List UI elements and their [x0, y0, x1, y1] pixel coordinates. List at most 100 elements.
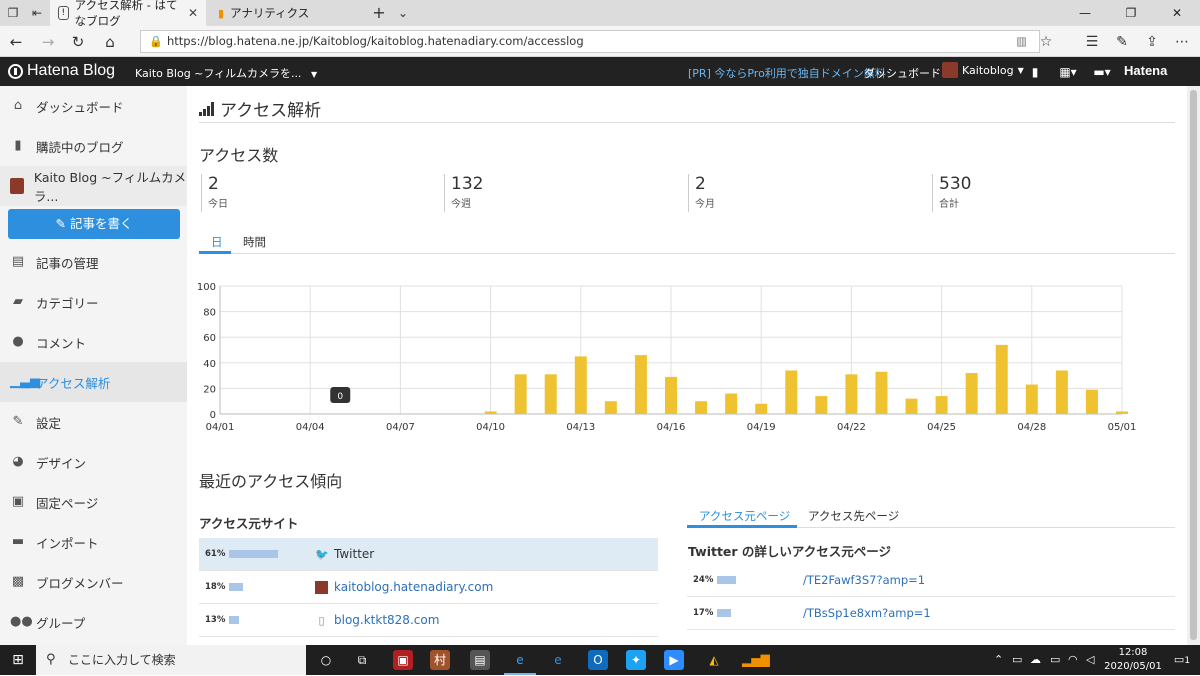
network-icon[interactable]: ▭ — [1050, 645, 1060, 675]
sidebar-item-members[interactable]: ▩ ブログメンバー — [0, 562, 187, 602]
set-aside-tabs-icon[interactable]: ⇤ — [28, 4, 46, 22]
sidebar-item-articles[interactable]: ▤ 記事の管理 — [0, 242, 187, 282]
url-input[interactable]: 🔒 https://blog.hatena.ne.jp/Kaitoblog/ka… — [140, 30, 1040, 53]
ref-site[interactable]: kaitoblog.hatenadiary.com — [315, 580, 493, 594]
onedrive-icon[interactable]: ☁ — [1030, 645, 1041, 675]
list-item[interactable]: 17% /TBsSp1e8xm?amp=1 — [687, 597, 1175, 630]
list-item[interactable]: 24% /TE2Fawf3S7?amp=1 — [687, 564, 1175, 597]
tray-chevron-icon[interactable]: ⌃ — [994, 645, 1003, 675]
notification-center-icon[interactable]: ▭1 — [1172, 645, 1192, 675]
outlook-icon[interactable]: O — [588, 650, 608, 670]
apps-grid-icon[interactable]: ▦▾ — [1056, 63, 1080, 81]
ie-icon[interactable]: e — [548, 650, 568, 670]
volume-icon[interactable]: ◁ — [1086, 645, 1094, 675]
minimize-button[interactable]: — — [1062, 0, 1108, 26]
more-icon[interactable]: ⋯ — [1172, 32, 1192, 52]
chart-bar — [634, 355, 647, 414]
list-item[interactable]: 13% ▯ blog.ktkt828.com — [199, 604, 658, 637]
main-content: アクセス解析 アクセス数 2 今日 132 今週 2 今月 530 合計 日 時… — [187, 86, 1187, 645]
back-icon[interactable]: ← — [6, 32, 26, 52]
home-icon[interactable]: ⌂ — [100, 32, 120, 52]
store-icon[interactable]: ▤ — [470, 650, 490, 670]
tab-actions-icon[interactable]: ❐ — [4, 4, 22, 22]
forward-icon[interactable]: → — [38, 32, 58, 52]
tab-hour[interactable]: 時間 — [243, 234, 266, 250]
sidebar-item-label: アクセス解析 — [36, 375, 111, 391]
favorite-star-icon[interactable]: ☆ — [1036, 32, 1056, 52]
page-link[interactable]: /TE2Fawf3S7?amp=1 — [803, 573, 925, 587]
sidebar-item-label: Kaito Blog ~フィルムカメラ... — [33, 170, 187, 204]
taskbar-search[interactable]: ⚲ ここに入力して検索 — [36, 645, 306, 675]
hatena-brand[interactable]: Hatena — [1124, 63, 1167, 78]
pro-promo-link[interactable]: [PR] 今ならPro利用で独自ドメイン無料 — [688, 65, 886, 81]
village-app-icon[interactable]: 村 — [430, 650, 450, 670]
refresh-icon[interactable]: ↻ — [68, 32, 88, 52]
sidebar-item-group[interactable]: ●● グループ — [0, 602, 187, 642]
chart-bar — [695, 401, 708, 414]
sidebar-item-design[interactable]: ◕ デザイン — [0, 442, 187, 482]
tab-destination-pages[interactable]: アクセス先ページ — [808, 508, 899, 524]
taskbar-clock[interactable]: 12:08 2020/05/01 — [1104, 646, 1162, 674]
google-ads-icon[interactable]: ◭ — [704, 650, 724, 670]
app-icon[interactable]: ▣ — [393, 650, 413, 670]
chart-bar — [995, 344, 1008, 414]
bookmark-icon[interactable]: ▮ — [1026, 63, 1044, 81]
edge-icon[interactable]: e — [504, 650, 536, 675]
bar-chart-icon: ▁▃▅ — [10, 374, 40, 389]
y-tick-label: 0 — [210, 410, 216, 421]
tab-list-chevron-icon[interactable]: ⌄ — [394, 4, 412, 22]
zoom-icon[interactable]: ▶ — [664, 650, 684, 670]
windows-start-icon[interactable]: ⊞ — [0, 645, 36, 675]
list-item[interactable]: 61% 🐦 Twitter — [199, 538, 658, 571]
sidebar-item-settings[interactable]: ✎ 設定 — [0, 402, 187, 442]
list-item[interactable]: 18% kaitoblog.hatenadiary.com — [199, 571, 658, 604]
ref-pct: 61% — [205, 549, 226, 559]
analytics-icon[interactable]: ▂▅▇ — [742, 650, 770, 670]
user-name: Kaitoblog — [962, 63, 1014, 77]
wifi-icon[interactable]: ◠ — [1068, 645, 1078, 675]
close-tab-icon[interactable]: ✕ — [188, 6, 198, 20]
sidebar-item-access-analytics[interactable]: ▁▃▅ アクセス解析 — [0, 362, 187, 402]
ref-site[interactable]: ▯ blog.ktkt828.com — [315, 613, 439, 627]
clock-date: 2020/05/01 — [1104, 661, 1162, 672]
notification-icon[interactable]: ▬▾ — [1090, 63, 1114, 81]
sidebar-item-blog[interactable]: Kaito Blog ~フィルムカメラ... — [0, 166, 187, 206]
sidebar-item-subscriptions[interactable]: ▮ 購読中のブログ — [0, 126, 187, 166]
pen-icon[interactable]: ✎ — [1112, 32, 1132, 52]
new-tab-button[interactable]: + — [370, 4, 388, 22]
write-article-button[interactable]: ✎ 記事を書く — [8, 209, 180, 239]
favorites-list-icon[interactable]: ☰ — [1082, 32, 1102, 52]
stat-label: 今週 — [451, 199, 471, 210]
hatena-blog-logo[interactable]: Hatena Blog — [8, 62, 115, 80]
user-menu[interactable]: Kaitoblog ▼ — [942, 62, 1024, 78]
maximize-button[interactable]: ❐ — [1108, 0, 1154, 26]
cortana-icon[interactable]: ○ — [316, 650, 336, 670]
sidebar-item-import[interactable]: ▬ インポート — [0, 522, 187, 562]
battery-icon[interactable]: ▭ — [1012, 645, 1022, 675]
hatena-favicon-icon: ! — [58, 6, 69, 20]
tab-hatena[interactable]: ! アクセス解析 - はてなブログ ✕ — [50, 0, 206, 28]
browser-tab-strip: ❐ ⇤ ! アクセス解析 - はてなブログ ✕ ▮ アナリティクス + ⌄ — … — [0, 0, 1200, 28]
page-link[interactable]: /TBsSp1e8xm?amp=1 — [803, 606, 931, 620]
hatena-header: Hatena Blog Kaito Blog ~フィルムカメラを... ▼ [P… — [0, 57, 1200, 86]
dashboard-link[interactable]: ダッシュボード — [864, 65, 941, 81]
tab-day[interactable]: 日 — [211, 234, 223, 250]
task-view-icon[interactable]: ⧉ — [352, 650, 372, 670]
scrollbar-thumb[interactable] — [1190, 90, 1197, 640]
share-icon[interactable]: ⇪ — [1142, 32, 1162, 52]
sidebar-item-label: インポート — [36, 535, 99, 551]
ref-site[interactable]: 🐦 Twitter — [315, 547, 374, 561]
stat-value: 530 — [939, 174, 972, 194]
tab-analytics[interactable]: ▮ アナリティクス — [210, 0, 360, 26]
sidebar-item-dashboard[interactable]: ⌂ ダッシュボード — [0, 86, 187, 126]
tab-referrer-pages[interactable]: アクセス元ページ — [699, 508, 790, 524]
chart-bar — [574, 356, 587, 414]
blog-selector[interactable]: Kaito Blog ~フィルムカメラを... ▼ — [135, 65, 317, 81]
close-window-button[interactable]: ✕ — [1154, 0, 1200, 26]
sidebar-item-fixed-pages[interactable]: ▣ 固定ページ — [0, 482, 187, 522]
sidebar-item-comments[interactable]: ● コメント — [0, 322, 187, 362]
sidebar-item-category[interactable]: ▰ カテゴリー — [0, 282, 187, 322]
page-scrollbar[interactable] — [1187, 86, 1200, 645]
twitter-icon[interactable]: ✦ — [626, 650, 646, 670]
reading-view-icon[interactable]: ▥ — [1016, 31, 1027, 52]
